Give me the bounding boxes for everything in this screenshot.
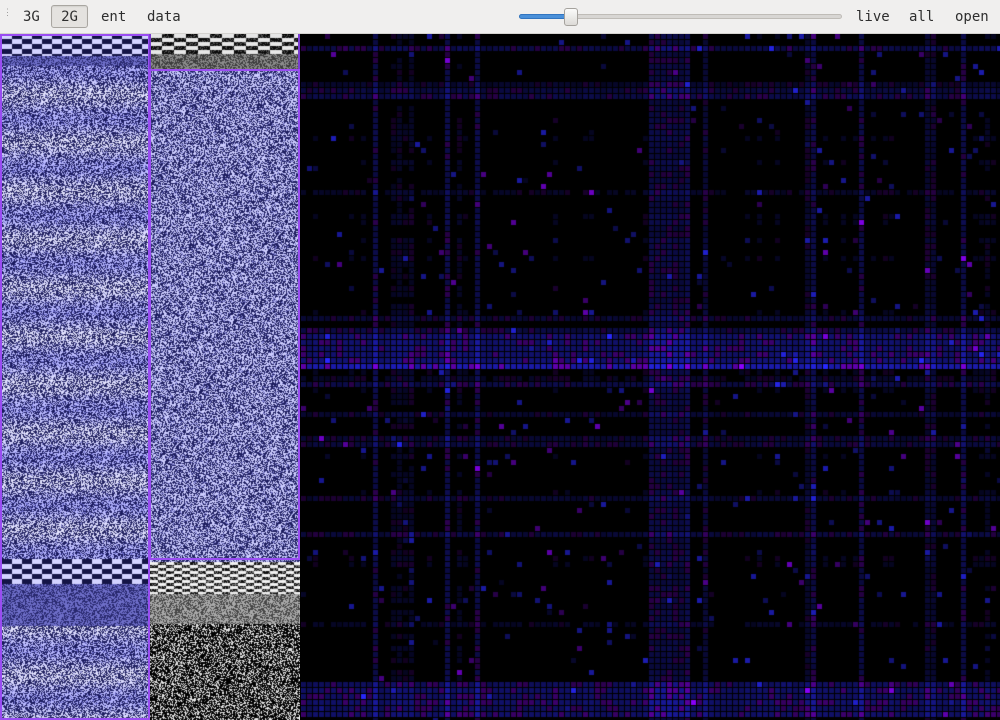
overview-strip[interactable] [2,34,148,720]
entropy-button[interactable]: ent [94,5,133,28]
toolbar-grip-icon[interactable]: ⋮ [3,9,12,18]
mode-3g-button[interactable]: 3G [16,5,47,28]
mode-2g-button[interactable]: 2G [51,5,88,28]
position-slider[interactable] [519,8,842,26]
digram-heatmap[interactable] [301,34,1000,720]
live-button[interactable]: live [849,5,897,28]
toolbar: ⋮ 3G 2G ent data live all open [0,0,1000,34]
all-button[interactable]: all [902,5,941,28]
slider-handle[interactable] [564,8,578,26]
open-button[interactable]: open [948,5,996,28]
data-button[interactable]: data [140,5,188,28]
zoom-strip[interactable] [150,34,300,720]
binary-visualization-area [0,34,1000,720]
